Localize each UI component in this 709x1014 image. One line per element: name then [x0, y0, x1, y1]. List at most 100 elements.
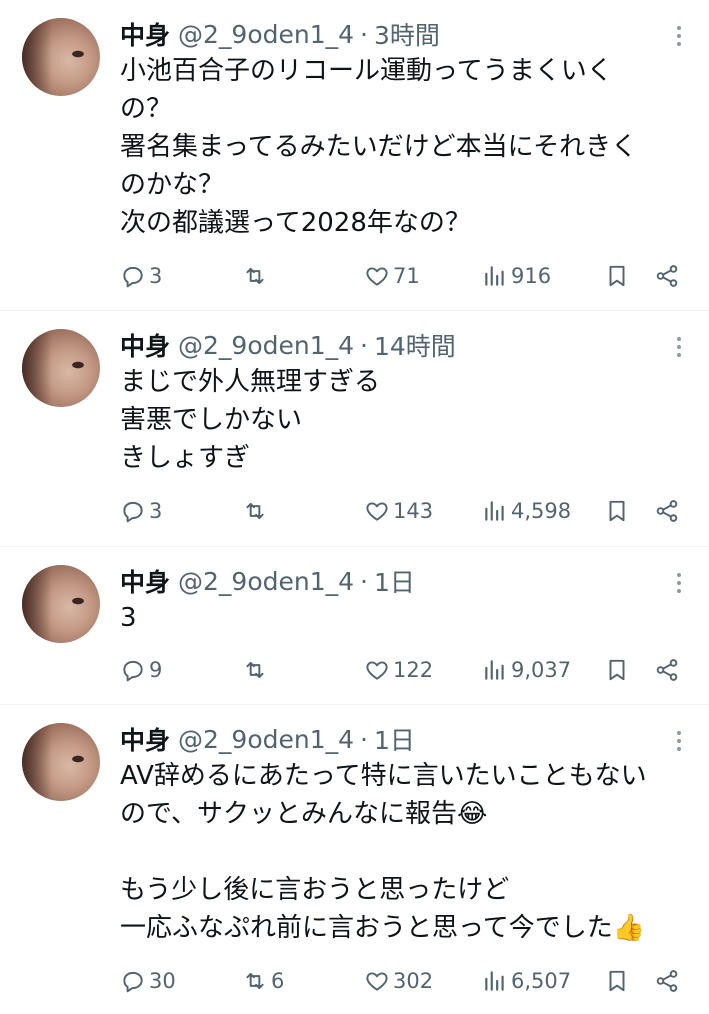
tweet-content: 中身 @2_9oden1_4 · 1日 3 [120, 561, 691, 637]
reply-icon [123, 660, 143, 682]
tweet-content: 中身 @2_9oden1_4 · 14時間 まじで外人無理すぎる 害悪でしかない… [120, 325, 691, 477]
reply-icon [123, 266, 143, 288]
views-button[interactable]: 9,037 [482, 657, 571, 683]
views-button[interactable]: 4,598 [482, 498, 571, 524]
heart-icon [366, 661, 388, 680]
display-name[interactable]: 中身 [120, 16, 170, 52]
reply-button[interactable]: 9 [120, 657, 162, 683]
retweet-button[interactable]: 6 [242, 968, 284, 994]
views-button[interactable]: 6,507 [482, 968, 571, 994]
separator-dot: · [360, 330, 368, 360]
share-button[interactable] [654, 968, 680, 994]
user-handle[interactable]: @2_9oden1_4 [178, 20, 354, 49]
timestamp[interactable]: 1日 [374, 563, 415, 599]
tweet-actions: 3 71 916 [120, 260, 683, 292]
reply-icon [123, 501, 143, 523]
share-button[interactable] [654, 498, 680, 524]
reply-count: 9 [149, 658, 163, 682]
retweet-icon [246, 661, 264, 679]
retweet-count: 6 [271, 969, 285, 993]
tweet-text: 小池百合子のリコール運動ってうまくいく の？ 署名集まってるみたいだけど本当にそ… [120, 56, 638, 238]
views-button[interactable]: 916 [482, 263, 551, 289]
retweet-icon [246, 502, 264, 520]
views-count: 4,598 [511, 499, 572, 523]
like-count: 143 [393, 499, 434, 523]
reply-button[interactable]: 30 [120, 968, 176, 994]
bookmark-button[interactable] [604, 657, 630, 683]
retweet-icon [246, 267, 264, 285]
reply-button[interactable]: 3 [120, 263, 162, 289]
more-dots-icon[interactable] [667, 571, 691, 595]
share-icon [656, 500, 678, 522]
tweet-text: AV辞めるにあたって特に言いたいこともない ので、サクッとみんなに報告😂 もう少… [120, 761, 647, 943]
separator-dot: · [360, 19, 368, 49]
views-icon [485, 501, 504, 521]
more-dots-icon[interactable] [667, 335, 691, 359]
timestamp[interactable]: 1日 [374, 721, 415, 757]
heart-icon [366, 502, 388, 521]
avatar[interactable] [22, 723, 100, 801]
bookmark-button[interactable] [604, 968, 630, 994]
bookmark-button[interactable] [604, 498, 630, 524]
more-dots-icon[interactable] [667, 729, 691, 753]
reply-count: 3 [149, 499, 163, 523]
more-dots-icon[interactable] [667, 24, 691, 48]
avatar[interactable] [22, 18, 100, 96]
tweet-actions: 3 143 4,598 [120, 495, 683, 527]
tweet-content: 中身 @2_9oden1_4 · 3時間 小池百合子のリコール運動ってうまくいく… [120, 14, 691, 242]
timestamp[interactable]: 14時間 [374, 327, 456, 363]
bookmark-button[interactable] [604, 263, 630, 289]
reply-count: 3 [149, 264, 163, 288]
tweet-header: 中身 @2_9oden1_4 · 14時間 [120, 325, 691, 365]
like-button[interactable]: 122 [364, 657, 433, 683]
share-button[interactable] [654, 657, 680, 683]
tweet[interactable]: 中身 @2_9oden1_4 · 3時間 小池百合子のリコール運動ってうまくいく… [0, 0, 709, 311]
share-icon [656, 659, 678, 681]
tweet-actions: 9 122 9,037 [120, 654, 683, 686]
heart-icon [366, 267, 388, 286]
like-count: 302 [393, 969, 434, 993]
avatar[interactable] [22, 329, 100, 407]
like-button[interactable]: 143 [364, 498, 433, 524]
user-handle[interactable]: @2_9oden1_4 [178, 725, 354, 754]
views-count: 9,037 [511, 658, 572, 682]
tweet-header: 中身 @2_9oden1_4 · 1日 [120, 561, 691, 601]
views-count: 6,507 [511, 969, 572, 993]
tweet[interactable]: 中身 @2_9oden1_4 · 1日 3 9 122 9,037 [0, 547, 709, 705]
tweet-text: 3 [120, 603, 137, 633]
retweet-button[interactable] [242, 657, 271, 683]
reply-icon [123, 971, 143, 993]
tweet-header: 中身 @2_9oden1_4 · 1日 [120, 719, 691, 759]
timestamp[interactable]: 3時間 [374, 16, 440, 52]
views-icon [485, 266, 504, 286]
tweet[interactable]: 中身 @2_9oden1_4 · 14時間 まじで外人無理すぎる 害悪でしかない… [0, 311, 709, 547]
like-count: 71 [393, 264, 420, 288]
display-name[interactable]: 中身 [120, 563, 170, 599]
display-name[interactable]: 中身 [120, 721, 170, 757]
share-button[interactable] [654, 263, 680, 289]
user-handle[interactable]: @2_9oden1_4 [178, 331, 354, 360]
bookmark-icon [609, 500, 625, 522]
share-icon [656, 970, 678, 992]
tweet[interactable]: 中身 @2_9oden1_4 · 1日 AV辞めるにあたって特に言いたいこともな… [0, 705, 709, 1014]
separator-dot: · [360, 724, 368, 754]
timeline: 中身 @2_9oden1_4 · 3時間 小池百合子のリコール運動ってうまくいく… [0, 0, 709, 1014]
reply-button[interactable]: 3 [120, 498, 162, 524]
like-button[interactable]: 71 [364, 263, 420, 289]
tweet-header: 中身 @2_9oden1_4 · 3時間 [120, 14, 691, 54]
retweet-button[interactable] [242, 498, 271, 524]
like-button[interactable]: 302 [364, 968, 433, 994]
views-icon [485, 660, 504, 680]
bookmark-icon [609, 659, 625, 681]
display-name[interactable]: 中身 [120, 327, 170, 363]
share-icon [656, 265, 678, 287]
retweet-icon [246, 972, 264, 990]
tweet-text: まじで外人無理すぎる 害悪でしかない きしょすぎ [120, 367, 381, 473]
user-handle[interactable]: @2_9oden1_4 [178, 567, 354, 596]
like-count: 122 [393, 658, 434, 682]
retweet-button[interactable] [242, 263, 271, 289]
tweet-content: 中身 @2_9oden1_4 · 1日 AV辞めるにあたって特に言いたいこともな… [120, 719, 691, 947]
separator-dot: · [360, 566, 368, 596]
tweet-actions: 30 6 302 6,507 [120, 965, 683, 997]
avatar[interactable] [22, 565, 100, 643]
